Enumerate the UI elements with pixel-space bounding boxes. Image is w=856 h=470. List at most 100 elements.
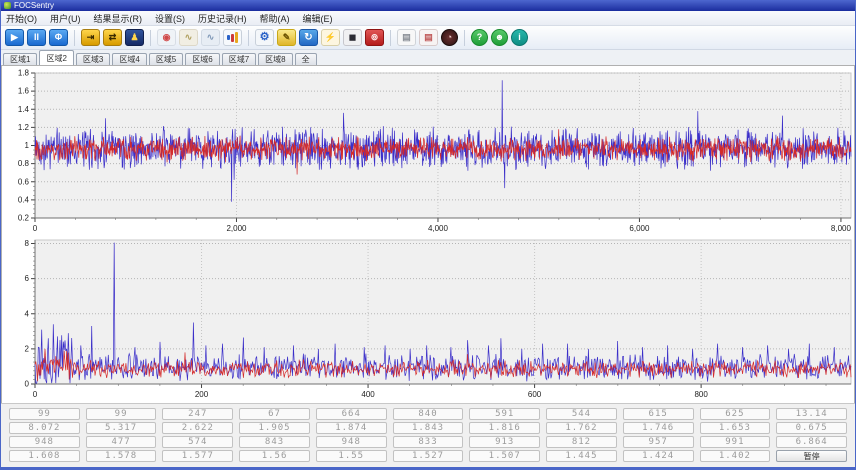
tab-8[interactable]: 区域8 bbox=[258, 53, 292, 65]
menu-user[interactable]: 用户(U) bbox=[50, 12, 81, 25]
x-tick-label: 800 bbox=[694, 390, 708, 399]
bar bbox=[227, 35, 230, 40]
value-cell-r1c10: 625 bbox=[700, 408, 771, 420]
refresh-icon[interactable]: ↻ bbox=[299, 29, 318, 46]
value-cell-r2c10: 1.653 bbox=[700, 422, 771, 434]
waveform-icon[interactable]: ∿ bbox=[179, 29, 198, 46]
tab-3[interactable]: 区域3 bbox=[76, 53, 110, 65]
value-cell-r4c5: 1.55 bbox=[316, 450, 387, 462]
report-icon[interactable]: ▤ bbox=[397, 29, 416, 46]
toolbar-separator bbox=[464, 30, 465, 46]
value-cell-r1c1: 99 bbox=[9, 408, 80, 420]
value-cell-r1c9: 615 bbox=[623, 408, 694, 420]
help-icon[interactable]: ? bbox=[471, 29, 488, 46]
value-cell-r3c1: 948 bbox=[9, 436, 80, 448]
info-icon[interactable]: i bbox=[511, 29, 528, 46]
value-grid: 99992476766484059154461562513.148.0725.3… bbox=[9, 408, 847, 462]
value-cell-r3c5: 948 bbox=[316, 436, 387, 448]
menu-history[interactable]: 历史记录(H) bbox=[198, 12, 247, 25]
menu-edit[interactable]: 编辑(E) bbox=[303, 12, 333, 25]
value-cell-r3c3: 574 bbox=[162, 436, 233, 448]
bar bbox=[235, 32, 238, 43]
y-tick-label: 6 bbox=[25, 274, 30, 283]
pause-button[interactable]: 暂停 bbox=[776, 450, 847, 462]
tab-row: 区域1区域2区域3区域4区域5区域6区域7区域8全 bbox=[1, 50, 855, 65]
x-tick-label: 400 bbox=[361, 390, 375, 399]
history-clock-icon[interactable]: ◔ bbox=[441, 29, 458, 46]
value-cell-r3c6: 833 bbox=[393, 436, 464, 448]
plot-area bbox=[35, 240, 851, 384]
chart-top: 0.20.40.60.811.21.41.61.802,0004,0006,00… bbox=[2, 66, 856, 234]
power-button[interactable]: Φ bbox=[49, 29, 68, 46]
location-pin-icon[interactable]: ◉ bbox=[157, 29, 176, 46]
bar-chart-icon[interactable] bbox=[223, 29, 242, 46]
runner-icon[interactable]: ⚡ bbox=[321, 29, 340, 46]
value-cell-r1c7: 591 bbox=[469, 408, 540, 420]
toolbar-separator bbox=[248, 30, 249, 46]
alarm-icon[interactable]: ⊚ bbox=[365, 29, 384, 46]
report-alert-icon[interactable]: ▤ bbox=[419, 29, 438, 46]
menu-settings[interactable]: 设置(S) bbox=[155, 12, 185, 25]
toolbar-separator bbox=[390, 30, 391, 46]
value-cell-r4c7: 1.507 bbox=[469, 450, 540, 462]
y-tick-label: 1.2 bbox=[18, 123, 30, 132]
tab-6[interactable]: 区域6 bbox=[185, 53, 219, 65]
value-cell-r2c3: 2.622 bbox=[162, 422, 233, 434]
chart-panel: 0.20.40.60.811.21.41.61.802,0004,0006,00… bbox=[1, 65, 855, 403]
x-tick-label: 4,000 bbox=[428, 224, 449, 233]
x-tick-label: 8,000 bbox=[831, 224, 852, 233]
edit-pen-icon[interactable]: ✎ bbox=[277, 29, 296, 46]
user-help-icon[interactable]: ☻ bbox=[491, 29, 508, 46]
tab-9[interactable]: 全 bbox=[295, 53, 317, 65]
menu-help[interactable]: 帮助(A) bbox=[260, 12, 290, 25]
x-tick-label: 200 bbox=[195, 390, 209, 399]
value-cell-r4c1: 1.608 bbox=[9, 450, 80, 462]
x-tick-label: 0 bbox=[33, 390, 38, 399]
value-cell-r3c7: 913 bbox=[469, 436, 540, 448]
value-cell-r1c5: 664 bbox=[316, 408, 387, 420]
box-icon[interactable]: ◼ bbox=[343, 29, 362, 46]
menu-start[interactable]: 开始(O) bbox=[6, 12, 37, 25]
value-cell-r4c10: 1.402 bbox=[700, 450, 771, 462]
user-session-icon[interactable]: ♟ bbox=[125, 29, 144, 46]
settings-gear-icon[interactable]: ⚙ bbox=[255, 29, 274, 46]
x-tick-label: 600 bbox=[528, 390, 542, 399]
value-cell-r3c2: 477 bbox=[86, 436, 157, 448]
value-cell-r2c5: 1.874 bbox=[316, 422, 387, 434]
title-bar: FOCSentry bbox=[1, 0, 855, 11]
chart-bottom: 024680200400600800 bbox=[2, 234, 856, 402]
y-tick-label: 2 bbox=[25, 344, 30, 353]
value-cell-r1c2: 99 bbox=[86, 408, 157, 420]
y-tick-label: 0.2 bbox=[18, 214, 30, 223]
value-cell-r1c11: 13.14 bbox=[776, 408, 847, 420]
value-panel: 99992476766484059154461562513.148.0725.3… bbox=[1, 403, 855, 467]
value-cell-r2c9: 1.746 bbox=[623, 422, 694, 434]
value-cell-r2c8: 1.762 bbox=[546, 422, 617, 434]
menu-results[interactable]: 结果显示(R) bbox=[94, 12, 143, 25]
x-tick-label: 6,000 bbox=[629, 224, 650, 233]
value-cell-r1c3: 247 bbox=[162, 408, 233, 420]
app-icon bbox=[4, 2, 11, 9]
menu-bar: 开始(O) 用户(U) 结果显示(R) 设置(S) 历史记录(H) 帮助(A) 编辑(E) bbox=[1, 11, 855, 26]
y-tick-label: 0 bbox=[25, 380, 30, 389]
value-cell-r1c4: 67 bbox=[239, 408, 310, 420]
export-icon[interactable]: ⇄ bbox=[103, 29, 122, 46]
y-tick-label: 0.6 bbox=[18, 177, 30, 186]
spectrum-icon[interactable]: ∿ bbox=[201, 29, 220, 46]
pause-button[interactable]: II bbox=[27, 29, 46, 46]
start-button[interactable]: ▶ bbox=[5, 29, 24, 46]
tab-5[interactable]: 区域5 bbox=[149, 53, 183, 65]
value-cell-r1c8: 544 bbox=[546, 408, 617, 420]
x-tick-label: 2,000 bbox=[226, 224, 247, 233]
value-cell-r1c6: 840 bbox=[393, 408, 464, 420]
value-cell-r4c9: 1.424 bbox=[623, 450, 694, 462]
tab-7[interactable]: 区域7 bbox=[222, 53, 256, 65]
value-cell-r4c3: 1.577 bbox=[162, 450, 233, 462]
value-cell-r2c7: 1.816 bbox=[469, 422, 540, 434]
tab-1[interactable]: 区域1 bbox=[3, 53, 37, 65]
import-icon[interactable]: ⇥ bbox=[81, 29, 100, 46]
app-window: FOCSentry 开始(O) 用户(U) 结果显示(R) 设置(S) 历史记录(H) 帮… bbox=[0, 0, 856, 470]
value-cell-r3c11: 6.864 bbox=[776, 436, 847, 448]
tab-2[interactable]: 区域2 bbox=[39, 50, 73, 65]
tab-4[interactable]: 区域4 bbox=[112, 53, 146, 65]
